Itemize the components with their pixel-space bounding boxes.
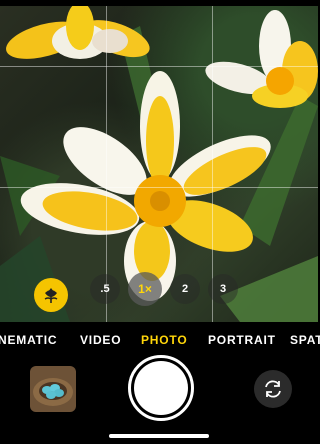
camera-flip-icon [265,380,281,398]
zoom-3x[interactable]: 3 [208,274,238,304]
home-indicator [109,434,209,438]
zoom-2x[interactable]: 2 [170,274,200,304]
zoom-1x[interactable]: 1× [128,272,162,306]
last-photo-thumbnail[interactable] [30,366,76,412]
zoom-0-5[interactable]: .5 [90,274,120,304]
mode-photo[interactable]: PHOTO [141,333,187,347]
mode-video[interactable]: VIDEO [80,333,121,347]
mode-portrait[interactable]: PORTRAIT [208,333,276,347]
flower-top-right [205,10,318,108]
camera-flip-button[interactable] [254,370,292,408]
flower-macro-icon [44,288,58,303]
shutter-inner [134,361,188,415]
nest-photo-icon [30,366,76,412]
grid-line-h2 [0,187,318,188]
macro-toggle-button[interactable] [34,278,68,312]
flower-center [20,71,271,301]
mode-cinematic[interactable]: NEMATIC [0,333,57,347]
mode-spatial[interactable]: SPAT [290,333,320,347]
shutter-button[interactable] [128,355,194,421]
grid-line-h1 [0,66,318,67]
zoom-selector: .5 1× 2 3 [90,272,238,306]
